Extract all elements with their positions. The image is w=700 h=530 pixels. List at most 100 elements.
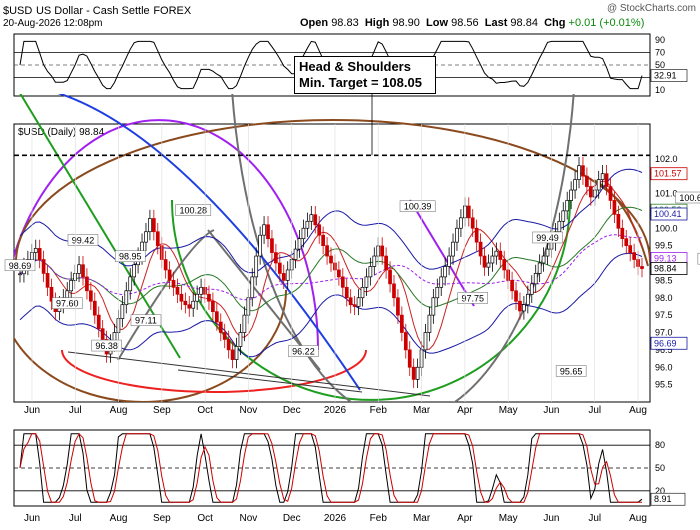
pivot-label-text: 96.22 [292,347,315,357]
pivot-label-text: 96.38 [95,341,118,351]
x-tick-label-bottom: Oct [197,513,213,524]
x-tick-label-bottom: Jul [588,513,601,524]
candle-body [92,300,97,316]
candle-body [400,314,404,333]
candle-body [352,304,357,307]
price-tick-label: 101.0 [655,189,678,199]
candle-body [96,314,101,330]
price-tick-label: 98.5 [655,275,673,285]
x-tick-label: Jun [24,405,40,416]
candle-body [207,293,211,302]
candle-body [455,227,459,243]
pivot-label: 96.38 [91,339,122,352]
candle-body [179,293,184,302]
pattern-annotation: Head & Shoulders Min. Target = 108.05 [294,56,436,94]
candle-body [128,276,133,292]
candle-body [585,175,589,187]
candle-body [211,300,215,313]
x-tick-label: Aug [110,405,128,416]
candle-body [466,205,471,219]
candle-body [167,269,172,281]
candle-body [439,276,444,288]
rsi-tick-label: 70 [655,48,665,58]
candle-body [396,297,400,316]
candle-body [525,293,530,306]
pivot-label: 98.69 [4,259,36,272]
rsi-tick-label: 10 [655,85,665,95]
candle-body [470,217,475,229]
candle-body [490,255,495,264]
candle-body [640,266,644,269]
right-value-text: 101.57 [654,169,682,179]
pivot-label: 100.39 [399,200,436,212]
candle-body [577,165,581,180]
x-tick-label: Aug [629,405,647,416]
candle-body [274,252,278,264]
pivot-label: 99.49 [532,231,563,244]
x-tick-label-bottom: Sep [153,513,171,524]
annotation-line-1: Head & Shoulders [299,59,411,74]
candle-body [573,179,577,191]
candle-body [443,266,448,278]
price-tick-label: 98.0 [655,293,673,303]
candle-body [45,273,50,288]
right-value-text: 96.69 [654,338,677,348]
candle-body [384,255,388,271]
candle-body [151,218,156,233]
candle-body [616,214,621,229]
candle-body [18,273,22,276]
candle-body [293,248,298,260]
candle-body [163,259,168,271]
candle-body [502,259,507,271]
candle-body [608,186,613,201]
x-tick-label: Dec [283,405,301,416]
candle-body [234,346,239,360]
right-value-text: 99.13 [654,253,677,263]
x-tick-label-bottom: May [499,513,518,524]
candle-body [604,173,609,187]
candle-body [254,255,259,278]
candle-body [624,238,629,246]
candle-body [301,227,306,240]
pivot-label: 97.75 [457,292,488,304]
price-tick-label: 100.0 [655,223,678,233]
candle-body [313,214,318,226]
candle-body [498,250,503,260]
candle-body [474,227,479,243]
candle-body [297,238,302,250]
x-tick-label-bottom: Nov [240,513,258,524]
candle-body [187,304,192,309]
candle-body [435,286,440,299]
x-tick-label: May [499,405,518,416]
x-tick-label: Jun [543,405,559,416]
pivot-label: 100.28 [175,204,212,216]
candle-body [427,314,432,333]
candle-body [69,280,74,292]
candle-body [199,286,203,295]
stoch-tick-label: 50 [655,463,665,473]
candle-body [218,321,223,333]
x-tick-label: Jul [69,405,82,416]
candle-body [588,186,593,198]
candle-body [478,241,483,257]
candle-body [329,255,333,264]
candle-body [33,248,38,253]
candle-body [368,266,373,278]
price-tick-label: 102.0 [655,154,678,164]
candle-body [541,255,546,264]
candle-body [459,217,463,229]
candle-body [277,262,282,274]
candle-body [281,273,286,281]
candle-body [569,189,573,201]
candle-body [348,297,353,306]
right-value-text: 98.84 [654,264,677,274]
candle-body [175,286,180,295]
pivot-label: 95.65 [555,365,587,377]
candle-body [37,248,42,260]
annotation-line-2: Min. Target = 108.05 [299,75,422,90]
candle-body [155,231,160,246]
right-value-tag: 96.69 [650,336,688,350]
right-value-text: 100.41 [654,209,682,219]
stochastic-panel: 2050808.91 [13,429,686,507]
candle-body [183,300,188,306]
